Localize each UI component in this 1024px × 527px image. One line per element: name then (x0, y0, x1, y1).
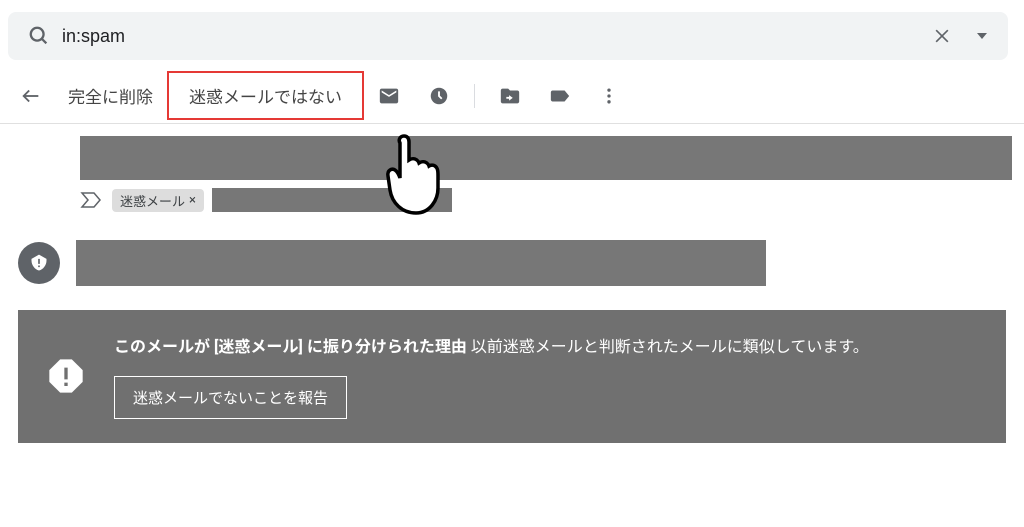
sender-row (0, 220, 1024, 286)
search-icon[interactable] (16, 25, 62, 47)
clear-search-icon[interactable] (920, 26, 964, 46)
redacted-label-area (212, 188, 452, 212)
move-to-icon[interactable] (485, 77, 535, 115)
search-bar (8, 12, 1008, 60)
redacted-sender-info (76, 240, 766, 286)
spam-banner-title-bold: このメールが [迷惑メール] に振り分けられた理由 (114, 337, 467, 356)
spam-banner-content: このメールが [迷惑メール] に振り分けられた理由 以前迷惑メールと判断されたメ… (114, 334, 978, 419)
delete-forever-button[interactable]: 完全に削除 (54, 77, 167, 114)
snooze-icon[interactable] (414, 77, 464, 115)
spam-banner-text: このメールが [迷惑メール] に振り分けられた理由 以前迷惑メールと判断されたメ… (114, 334, 978, 360)
report-not-spam-button[interactable]: 迷惑メールでないことを報告 (114, 376, 347, 419)
toolbar: 完全に削除 迷惑メールではない (0, 68, 1024, 124)
search-options-dropdown-icon[interactable] (964, 30, 1000, 42)
spam-label-text: 迷惑メール (120, 191, 185, 210)
sender-avatar (18, 242, 60, 284)
labels-icon[interactable] (535, 77, 585, 115)
important-marker-icon[interactable] (80, 191, 104, 209)
toolbar-divider (474, 84, 475, 108)
not-spam-button[interactable]: 迷惑メールではない (167, 71, 364, 120)
spam-warning-icon (46, 356, 86, 396)
spam-label-chip[interactable]: 迷惑メール × (112, 189, 204, 212)
back-arrow-icon[interactable] (8, 77, 54, 115)
mark-unread-icon[interactable] (364, 77, 414, 115)
label-row: 迷惑メール × (0, 180, 1024, 220)
more-options-icon[interactable] (585, 78, 633, 114)
redacted-subject (80, 136, 1012, 180)
search-input[interactable] (62, 26, 920, 47)
spam-warning-banner: このメールが [迷惑メール] に振り分けられた理由 以前迷惑メールと判断されたメ… (18, 310, 1006, 443)
message-content: 迷惑メール × このメールが [迷惑メール] に振り分けられた理由 以前迷惑メー… (0, 124, 1024, 443)
remove-label-icon[interactable]: × (189, 193, 196, 208)
spam-banner-title-rest: 以前迷惑メールと判断されたメールに類似しています。 (467, 337, 869, 356)
